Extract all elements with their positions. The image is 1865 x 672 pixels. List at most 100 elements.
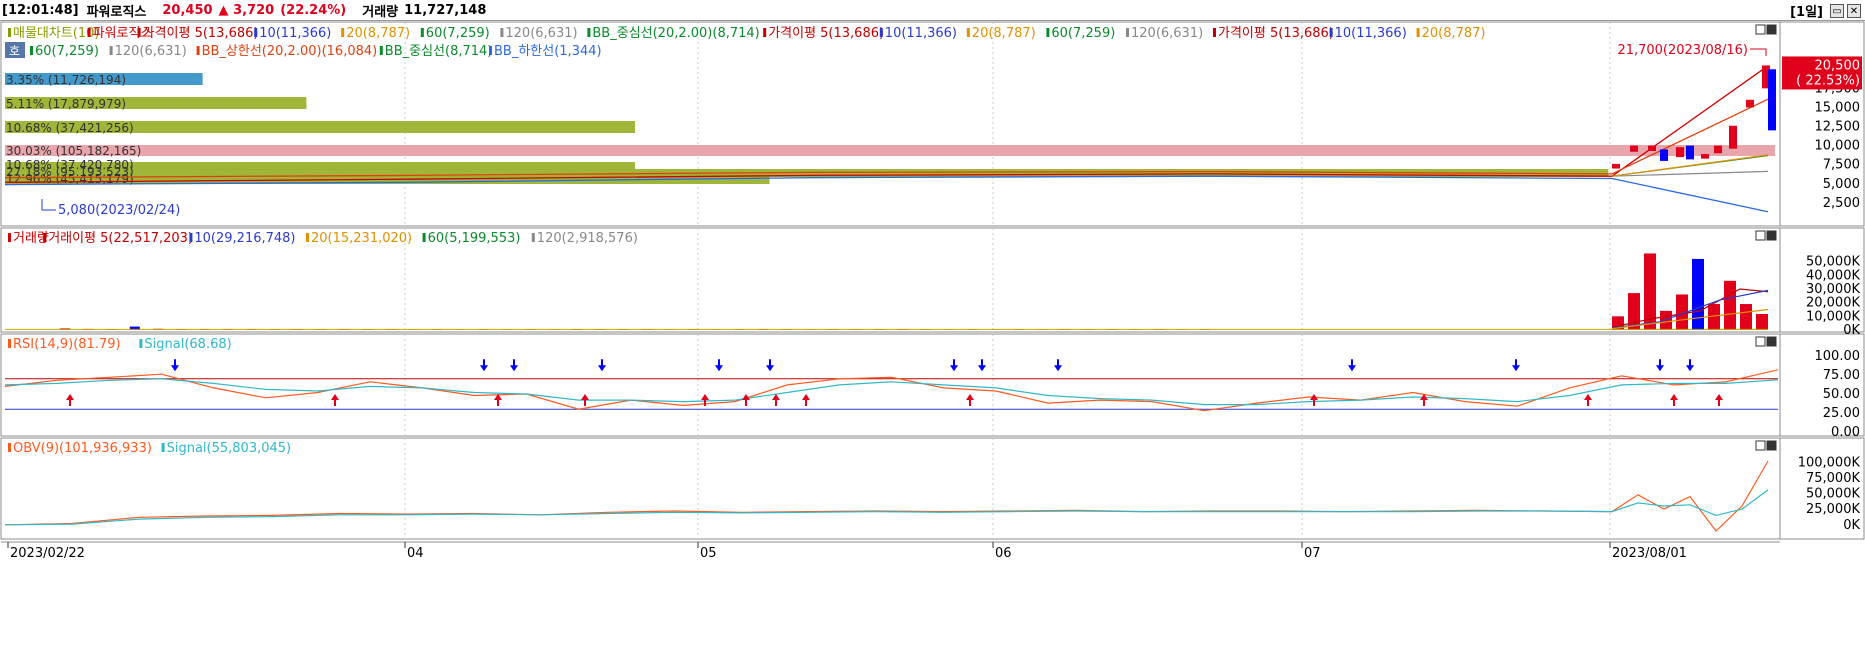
x-tick-label: 07 xyxy=(1304,546,1321,561)
candlestick xyxy=(1701,154,1709,159)
volume-profile-bar xyxy=(5,145,1775,156)
legend-swatch xyxy=(489,46,492,55)
y-tick-label: 50,000K xyxy=(1806,487,1860,502)
volume-bar xyxy=(1692,259,1704,330)
legend-item: 60(5,199,553) xyxy=(428,231,521,246)
volume-value: 11,727,148 xyxy=(404,3,486,18)
legend-swatch xyxy=(306,233,309,242)
close-icon[interactable]: ✕ xyxy=(1847,4,1861,18)
legend-item: 10(29,216,748) xyxy=(194,231,295,246)
price-panel-close-icon[interactable] xyxy=(1767,25,1776,34)
legend-swatch xyxy=(1126,28,1129,37)
legend-item: 10(11,366) xyxy=(259,26,331,41)
y-tick-label: 100.00 xyxy=(1815,349,1861,364)
candlestick xyxy=(1686,146,1694,160)
period-selector[interactable]: [1일] xyxy=(1790,1,1823,20)
volume-profile-label: 10.68% (37,421,256) xyxy=(6,121,134,135)
price-change-pct: (22.24%) xyxy=(280,3,346,18)
legend-item: RSI(14,9)(81.79) xyxy=(13,337,121,352)
legend-swatch xyxy=(138,28,141,37)
obv-panel-close-icon[interactable] xyxy=(1767,441,1776,450)
candlestick xyxy=(1714,146,1722,154)
y-tick-label: 25.00 xyxy=(1823,406,1860,421)
current-price: 20,450 xyxy=(162,3,212,18)
stock-name: 파워로직스 xyxy=(87,1,147,20)
candlestick xyxy=(1648,146,1656,151)
volume-profile-label: 3.35% (11,726,194) xyxy=(6,73,126,87)
legend-swatch xyxy=(763,28,766,37)
chart-area: 매물대차트(10)파워로직스가격이평 5(13,686)10(11,366)20… xyxy=(0,21,1865,668)
annotation-low: 5,080(2023/02/24) xyxy=(58,203,180,218)
rsi-panel-close-icon[interactable] xyxy=(1767,337,1776,346)
volume-profile-label: 5.11% (17,879,979) xyxy=(6,97,126,111)
rsi-panel-maximize-icon[interactable] xyxy=(1756,337,1765,346)
obv-panel-maximize-icon[interactable] xyxy=(1756,441,1765,450)
candlestick xyxy=(1660,149,1668,160)
candlestick xyxy=(1630,146,1638,152)
legend-item: 60(7,259) xyxy=(35,44,99,59)
legend-swatch xyxy=(43,233,46,242)
legend-item: 120(6,631) xyxy=(115,44,187,59)
candlestick xyxy=(1729,126,1737,149)
candlestick xyxy=(1746,100,1754,108)
volume-bar xyxy=(1660,311,1672,330)
volume-panel-close-icon[interactable] xyxy=(1767,231,1776,240)
legend-item: 가격이평 5(13,686) xyxy=(768,26,884,41)
legend-item: 120(6,631) xyxy=(1131,26,1203,41)
price-tag-value: 20,500 xyxy=(1815,58,1861,73)
candlestick xyxy=(1768,69,1776,130)
legend-swatch xyxy=(1213,28,1216,37)
y-tick-label: 0.00 xyxy=(1831,425,1860,440)
stock-chart[interactable]: 매물대차트(10)파워로직스가격이평 5(13,686)10(11,366)20… xyxy=(0,21,1865,668)
price-tag-pct: ( 22.53%) xyxy=(1796,73,1860,88)
legend-swatch xyxy=(30,46,33,55)
legend-item: BB_상한선(20,2.00)(16,084) xyxy=(202,44,378,59)
clock-time: [12:01:48] xyxy=(2,3,79,18)
legend-item: 120(2,918,576) xyxy=(537,231,638,246)
legend-item: 20(8,787) xyxy=(346,26,410,41)
legend-item: BB_중심선(8,714) xyxy=(385,44,493,59)
x-tick-label: 04 xyxy=(407,546,424,561)
candlestick xyxy=(1676,147,1684,157)
legend-swatch xyxy=(421,28,424,37)
y-tick-label: 75.00 xyxy=(1823,368,1860,383)
legend-swatch xyxy=(341,28,344,37)
legend-swatch xyxy=(1330,28,1333,37)
y-tick-label: 12,500 xyxy=(1815,120,1861,135)
legend-item: 가격이평 5(13,686) xyxy=(1218,26,1334,41)
y-tick-label: 50.00 xyxy=(1823,387,1860,402)
legend-swatch xyxy=(967,28,970,37)
legend-swatch xyxy=(8,443,11,452)
legend-item: 10(11,366) xyxy=(885,26,957,41)
volume-label: 거래량 xyxy=(362,1,398,20)
volume-bar xyxy=(1724,281,1736,330)
legend-item: 20(8,787) xyxy=(1422,26,1486,41)
volume-panel-maximize-icon[interactable] xyxy=(1756,231,1765,240)
legend-item: 20(15,231,020) xyxy=(311,231,412,246)
x-tick-label: 05 xyxy=(700,546,717,561)
price-panel-maximize-icon[interactable] xyxy=(1756,25,1765,34)
legend-item: 60(7,259) xyxy=(426,26,490,41)
y-tick-label: 0K xyxy=(1843,518,1860,533)
y-tick-label: 100,000K xyxy=(1798,455,1861,470)
legend-item: 가격이평 5(13,686) xyxy=(143,26,259,41)
legend-item: Signal(68.68) xyxy=(144,337,231,352)
legend-item: BB_하한선(1,344) xyxy=(494,44,602,59)
volume-bar xyxy=(1740,304,1752,330)
restore-icon[interactable]: ▭ xyxy=(1830,4,1844,18)
legend-swatch xyxy=(880,28,883,37)
y-tick-label: 10,000 xyxy=(1815,139,1861,154)
y-tick-label: 0K xyxy=(1843,323,1860,338)
y-tick-label: 75,000K xyxy=(1806,471,1860,486)
legend-item: 10(11,366) xyxy=(1335,26,1407,41)
price-panel-toggle-label: 호 xyxy=(9,44,20,58)
window-controls: [1일] ▭ ✕ xyxy=(1790,1,1861,20)
volume-profile-label: 30.03% (105,182,165) xyxy=(6,144,141,158)
legend-swatch xyxy=(110,46,113,55)
legend-swatch xyxy=(423,233,426,242)
price-change: ▲ 3,720 xyxy=(219,3,275,18)
legend-swatch xyxy=(254,28,257,37)
legend-item: 매물대차트(10) xyxy=(13,26,100,41)
legend-swatch xyxy=(139,339,142,348)
y-tick-label: 15,000 xyxy=(1815,100,1861,115)
